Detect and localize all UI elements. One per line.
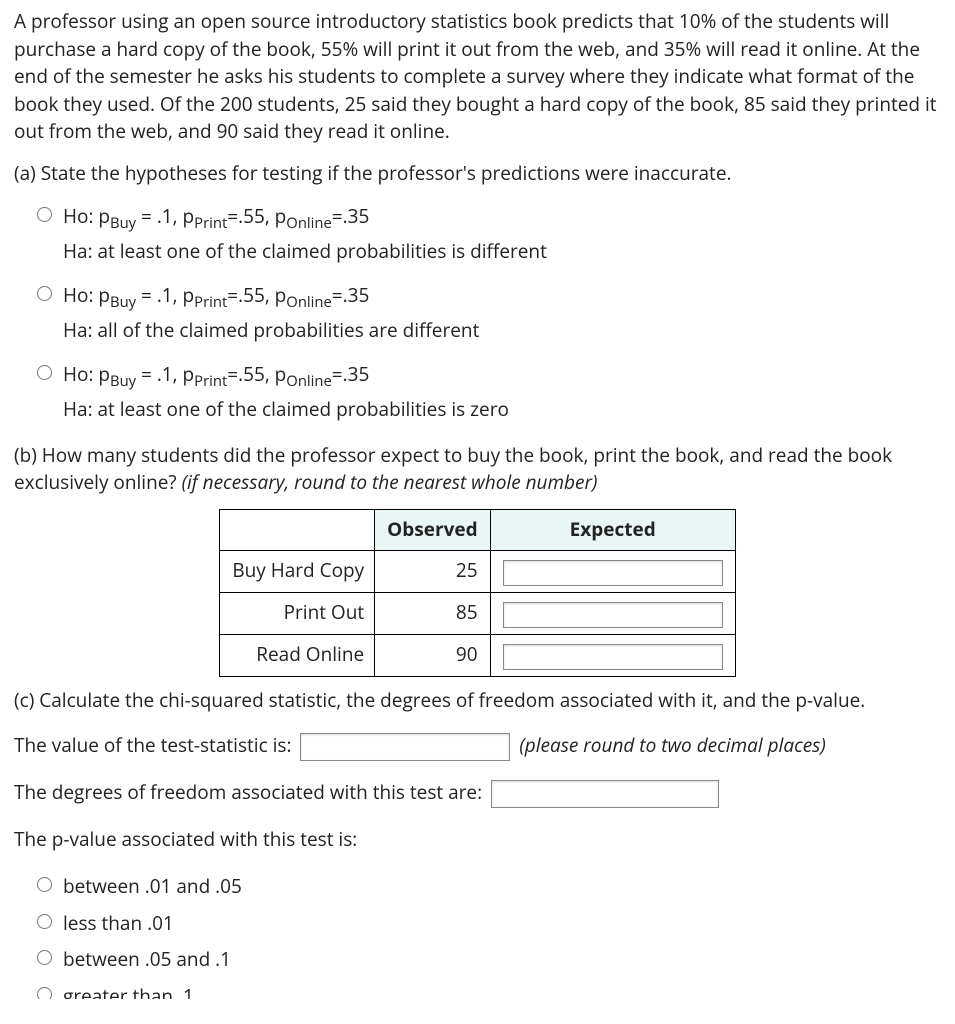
part-a-prompt: (a) State the hypotheses for testing if … bbox=[14, 160, 941, 188]
radio-pval-1[interactable] bbox=[37, 877, 52, 892]
df-input[interactable] bbox=[491, 780, 719, 808]
radio-a1[interactable] bbox=[37, 207, 52, 222]
radio-pval-4[interactable] bbox=[37, 987, 52, 999]
pvalue-option-4-text: greater than .1 bbox=[63, 981, 194, 999]
table-row: Buy Hard Copy 25 bbox=[220, 550, 735, 592]
part-b-prompt: (b) How many students did the professor … bbox=[14, 442, 941, 497]
pvalue-label-line: The p-value associated with this test is… bbox=[14, 826, 941, 854]
pvalue-option-1-text: between .01 and .05 bbox=[63, 871, 242, 901]
test-statistic-line: The value of the test-statistic is: (ple… bbox=[14, 732, 941, 761]
expected-input-online[interactable] bbox=[503, 644, 723, 670]
df-line: The degrees of freedom associated with t… bbox=[14, 779, 941, 808]
option-a3-text: Ho: pBuy = .1, pPrint=.55, pOnline=.35 H… bbox=[63, 359, 509, 424]
option-a3[interactable]: Ho: pBuy = .1, pPrint=.55, pOnline=.35 H… bbox=[32, 359, 941, 424]
option-a1[interactable]: Ho: pBuy = .1, pPrint=.55, pOnline=.35 H… bbox=[32, 201, 941, 266]
part-a-options: Ho: pBuy = .1, pPrint=.55, pOnline=.35 H… bbox=[32, 201, 941, 424]
pvalue-option-4[interactable]: greater than .1 bbox=[32, 981, 941, 999]
row-label: Read Online bbox=[220, 634, 375, 676]
table-header-observed: Observed bbox=[375, 510, 491, 551]
expected-input-print[interactable] bbox=[503, 602, 723, 628]
pvalue-option-2-text: less than .01 bbox=[63, 908, 174, 938]
pvalue-option-1[interactable]: between .01 and .05 bbox=[32, 871, 941, 901]
radio-pval-2[interactable] bbox=[37, 914, 52, 929]
part-c-prompt: (c) Calculate the chi-squared statistic,… bbox=[14, 687, 941, 715]
pvalue-option-3[interactable]: between .05 and .1 bbox=[32, 944, 941, 974]
option-a2[interactable]: Ho: pBuy = .1, pPrint=.55, pOnline=.35 H… bbox=[32, 280, 941, 345]
row-observed: 85 bbox=[375, 592, 491, 634]
test-statistic-input[interactable] bbox=[300, 733, 510, 761]
radio-a3[interactable] bbox=[37, 365, 52, 380]
pvalue-option-2[interactable]: less than .01 bbox=[32, 908, 941, 938]
row-observed: 25 bbox=[375, 550, 491, 592]
table-row: Read Online 90 bbox=[220, 634, 735, 676]
expected-input-buy[interactable] bbox=[503, 560, 723, 586]
pvalue-option-3-text: between .05 and .1 bbox=[63, 944, 231, 974]
expected-table: Observed Expected Buy Hard Copy 25 Print… bbox=[219, 509, 735, 677]
row-label: Print Out bbox=[220, 592, 375, 634]
radio-a2[interactable] bbox=[37, 286, 52, 301]
option-a1-text: Ho: pBuy = .1, pPrint=.55, pOnline=.35 H… bbox=[63, 201, 547, 266]
problem-intro: A professor using an open source introdu… bbox=[14, 8, 941, 146]
table-row: Print Out 85 bbox=[220, 592, 735, 634]
row-observed: 90 bbox=[375, 634, 491, 676]
pvalue-options: between .01 and .05 less than .01 betwee… bbox=[32, 871, 941, 998]
row-label: Buy Hard Copy bbox=[220, 550, 375, 592]
table-header-blank bbox=[220, 510, 375, 551]
table-header-expected: Expected bbox=[490, 510, 735, 551]
option-a2-text: Ho: pBuy = .1, pPrint=.55, pOnline=.35 H… bbox=[63, 280, 479, 345]
radio-pval-3[interactable] bbox=[37, 950, 52, 965]
